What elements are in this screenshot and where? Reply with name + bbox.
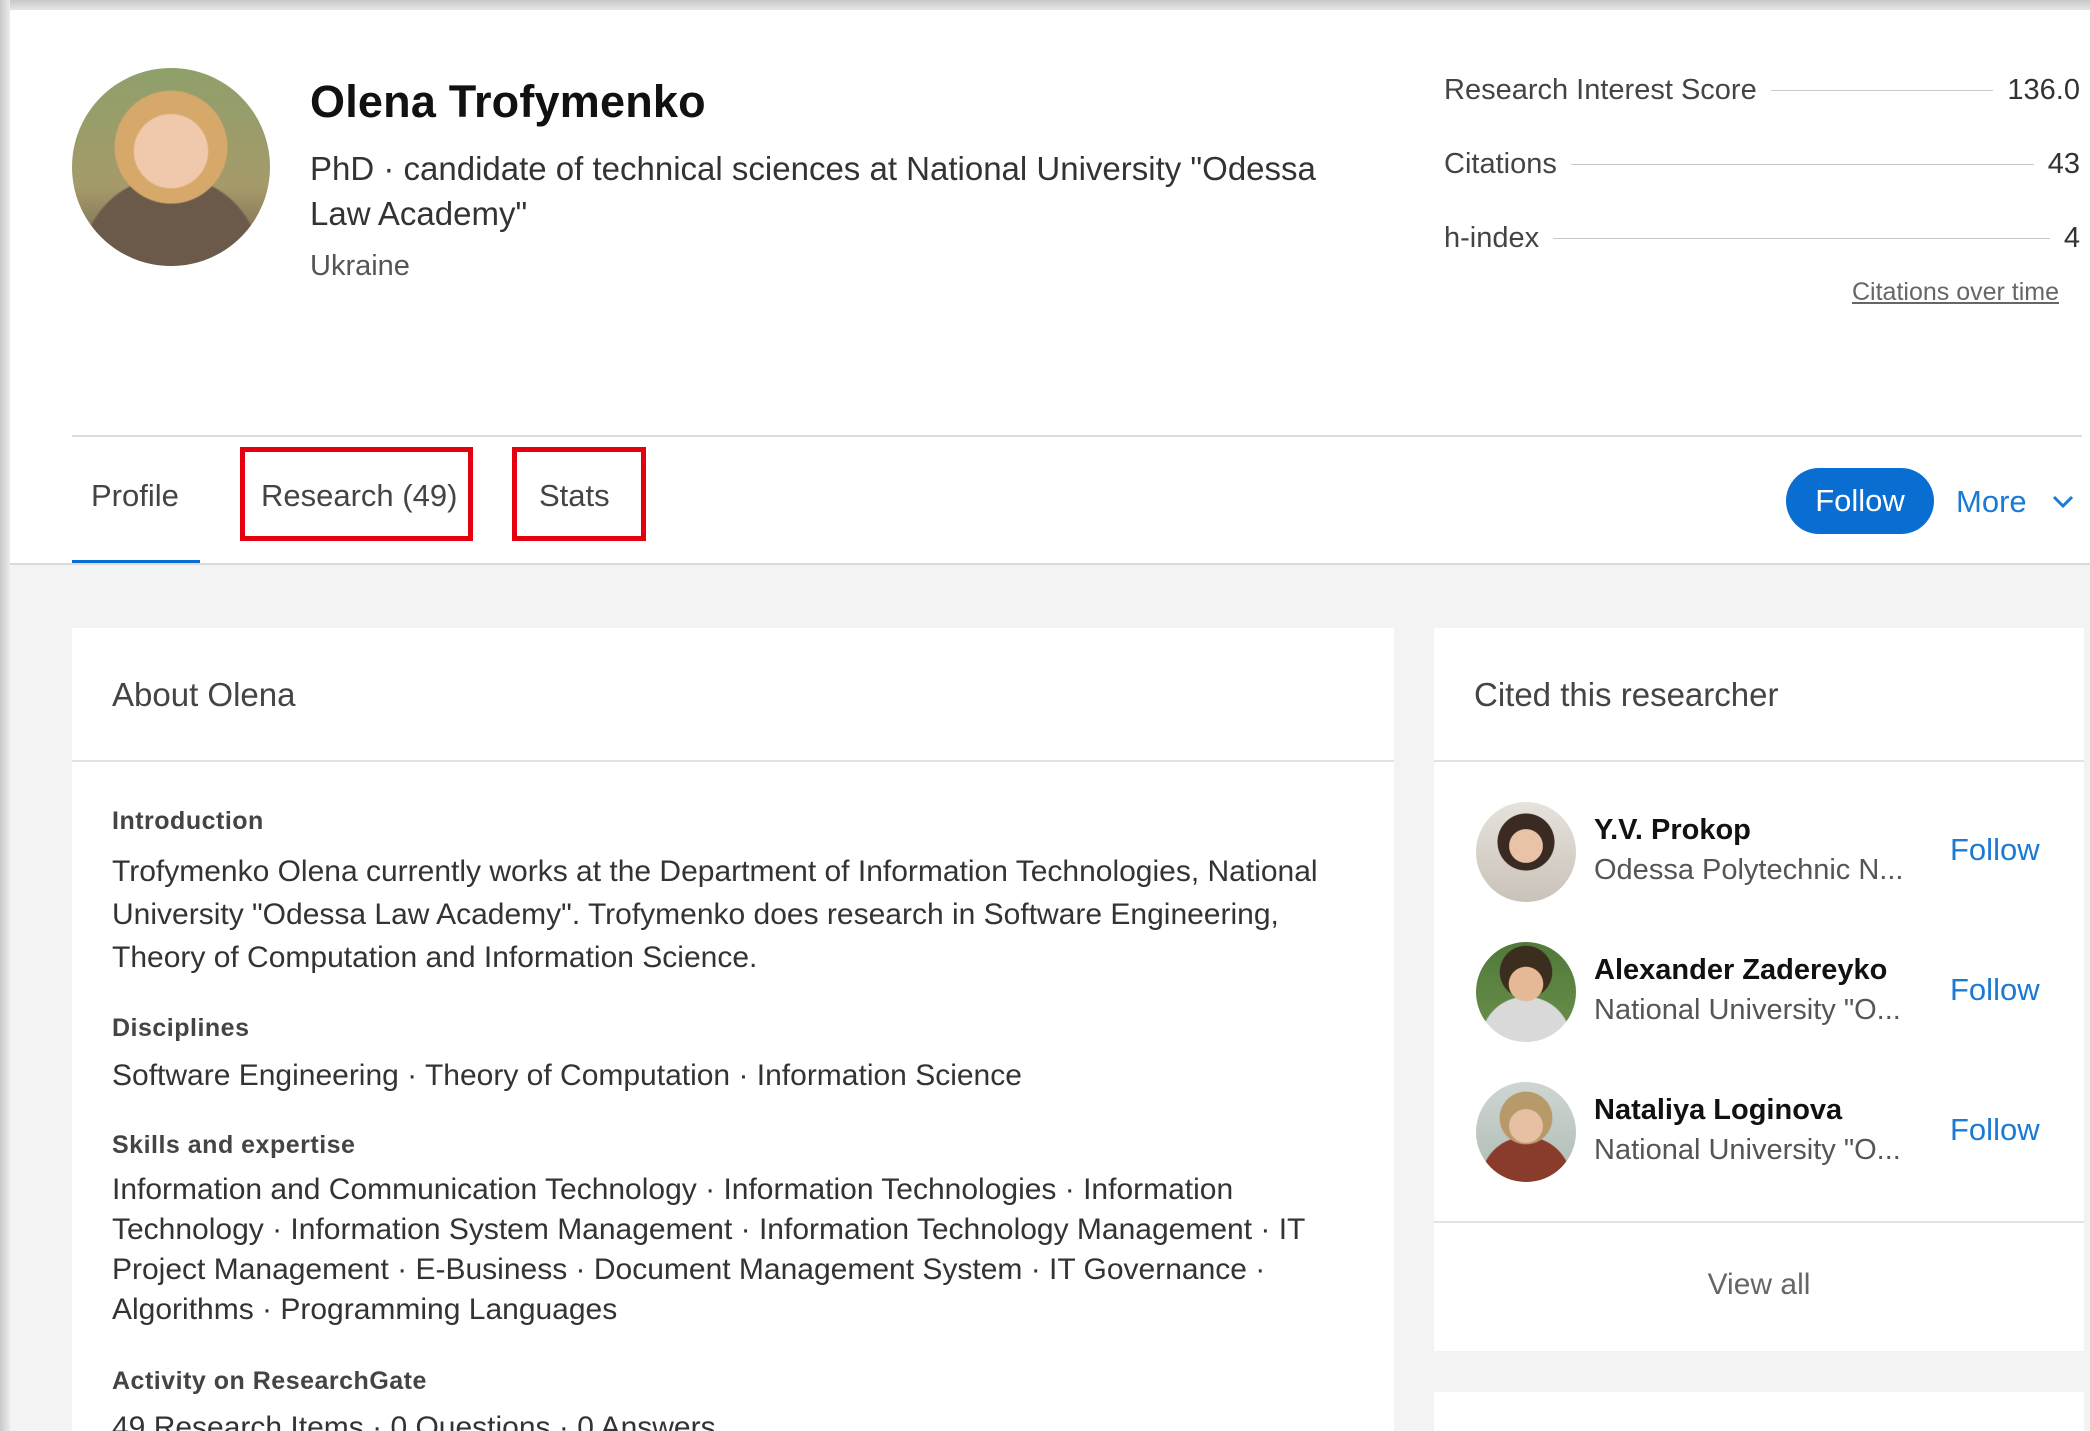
stat-divider [1770,89,1994,91]
person-affiliation: Odessa Polytechnic N... [1594,854,1904,886]
chevron-down-icon[interactable] [2050,488,2076,514]
disciplines-text: Software Engineering · Theory of Computa… [112,1059,1022,1092]
activity-heading: Activity on ResearchGate [112,1367,427,1395]
stat-label: Research Interest Score [1444,73,1757,106]
stat-label: h-index [1444,221,1540,254]
profile-country: Ukraine [310,250,410,282]
person-name[interactable]: Nataliya Loginova [1594,1094,1842,1127]
stat-label: Citations [1444,147,1557,180]
about-title: About Olena [112,676,296,713]
skills-text: Information and Communication Technology… [112,1173,1305,1326]
stat-value: 43 [2047,147,2080,180]
avatar[interactable] [1476,1082,1576,1182]
cited-footer-divider [1434,1221,2084,1223]
view-all-link[interactable]: View all [1434,1268,2084,1302]
cited-title: Cited this researcher [1474,676,1779,713]
stat-h-index: h-index 4 [1444,218,2080,258]
follow-button[interactable]: Follow [1786,468,1934,534]
stat-divider [1553,237,2050,239]
window-frame-top [0,0,2090,10]
stat-divider [1570,163,2034,165]
disciplines-heading: Disciplines [112,1014,250,1042]
person-name[interactable]: Y.V. Prokop [1594,814,1751,847]
stat-value: 136.0 [2007,73,2080,106]
profile-avatar [72,68,270,266]
about-divider [72,760,1394,762]
person-affiliation: National University "O... [1594,1134,1901,1166]
more-menu[interactable]: More [1956,484,2027,520]
person-follow-button[interactable]: Follow [1950,832,2040,868]
next-card [1434,1392,2084,1431]
cited-person: Nataliya Loginova National University "O… [1434,1082,2074,1202]
avatar[interactable] [1476,942,1576,1042]
skills-heading: Skills and expertise [112,1131,356,1159]
person-affiliation: National University "O... [1594,994,1901,1026]
stat-citations: Citations 43 [1444,144,2080,184]
highlight-research-tab [240,447,473,541]
cited-person: Y.V. Prokop Odessa Polytechnic N... Foll… [1434,802,2074,922]
introduction-heading: Introduction [112,807,264,835]
stat-value: 4 [2063,221,2080,254]
stat-research-interest: Research Interest Score 136.0 [1444,70,2080,110]
citations-over-time-link[interactable]: Citations over time [1852,278,2059,307]
cited-person: Alexander Zadereyko National University … [1434,942,2074,1062]
window-frame-left [0,0,10,1431]
tab-profile[interactable]: Profile [91,478,179,514]
person-name[interactable]: Alexander Zadereyko [1594,954,1887,987]
introduction-text: Trofymenko Olena currently works at the … [112,855,1318,974]
highlight-stats-tab [512,447,646,541]
cited-divider [1434,760,2084,762]
avatar[interactable] [1476,802,1576,902]
profile-position: PhD · candidate of technical sciences at… [310,150,1316,232]
activity-text: 49 Research Items · 0 Questions · 0 Answ… [112,1411,716,1431]
header-divider [72,435,2082,437]
person-follow-button[interactable]: Follow [1950,1112,2040,1148]
profile-name: Olena Trofymenko [310,76,706,127]
person-follow-button[interactable]: Follow [1950,972,2040,1008]
